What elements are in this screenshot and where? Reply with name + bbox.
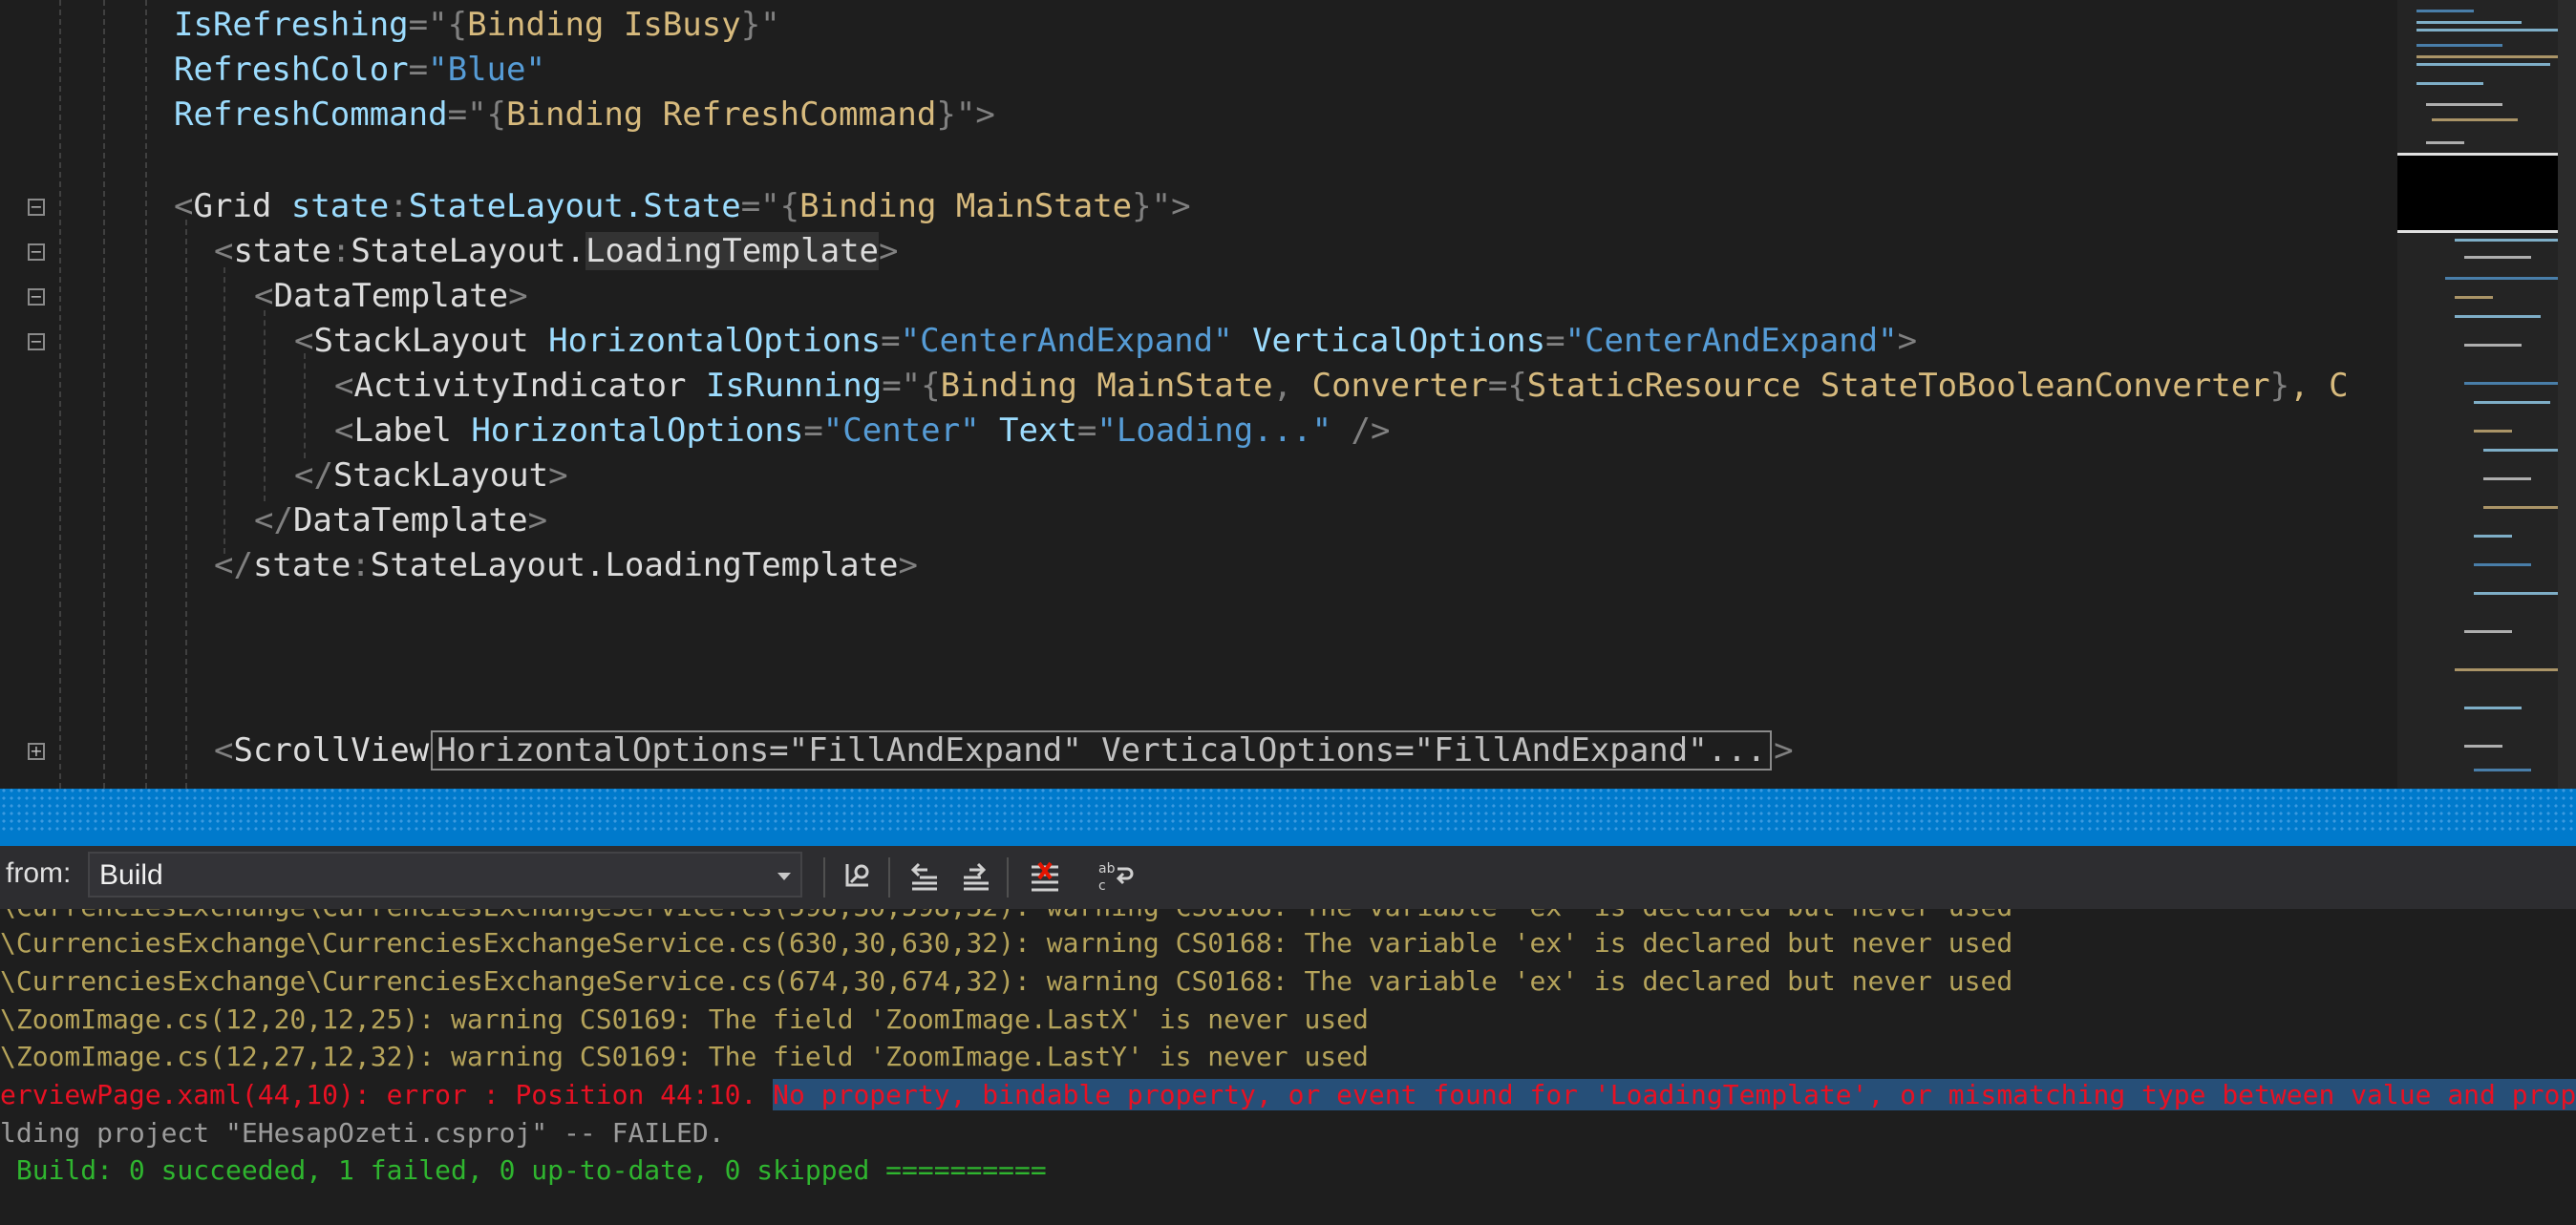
toolbar-separator [1007, 857, 1009, 898]
indent-guide [264, 310, 266, 501]
code-line: <Grid state:StateLayout.State="{Binding … [174, 187, 1191, 225]
output-line-warning: \ZoomImage.cs(12,20,12,25): warning CS01… [0, 1003, 1369, 1035]
next-message-icon [964, 862, 989, 891]
indent-guide [103, 0, 105, 789]
output-line-info: lding project "EHesapOzeti.csproj" -- FA… [0, 1117, 725, 1149]
code-editor[interactable]: − − − − + IsRefreshing="{Binding IsBusy}… [0, 0, 2576, 789]
fold-collapse-icon[interactable]: − [28, 333, 45, 350]
previous-message-icon [910, 862, 937, 891]
fold-collapse-icon[interactable]: − [28, 199, 45, 216]
selected-error-text[interactable]: No property, bindable property, or event… [773, 1079, 2576, 1110]
collapsed-region[interactable]: HorizontalOptions="FillAndExpand" Vertic… [431, 730, 1773, 771]
code-line: RefreshCommand="{Binding RefreshCommand}… [174, 95, 995, 134]
fold-collapse-icon[interactable]: − [28, 288, 45, 306]
clear-all-icon [1032, 861, 1058, 892]
find-message-button[interactable] [837, 855, 879, 898]
code-line: <ScrollView HorizontalOptions="FillAndExp… [214, 730, 1794, 771]
output-window[interactable]: \CurrenciesExchange\CurrenciesExchangeSe… [0, 909, 2576, 1225]
code-line: </DataTemplate> [254, 501, 548, 539]
code-line: IsRefreshing="{Binding IsBusy}" [174, 6, 780, 44]
editor-gutter: − − − − + [0, 0, 67, 789]
indent-guide [59, 0, 61, 789]
code-line: </StackLayout> [294, 456, 568, 495]
toolbar-separator [888, 857, 890, 898]
show-output-from-label: from: [6, 857, 72, 889]
output-source-dropdown[interactable]: Build [88, 852, 802, 898]
output-panel-titlebar[interactable] [0, 833, 2576, 846]
indent-guide [185, 220, 187, 789]
output-line-warning: \ZoomImage.cs(12,27,12,32): warning CS01… [0, 1041, 1369, 1072]
indent-guide [145, 0, 147, 789]
code-line: </state:StateLayout.LoadingTemplate> [214, 546, 918, 584]
word-wrap-icon: abc [1098, 861, 1134, 894]
word-wrap-button[interactable]: ab c [1095, 855, 1137, 898]
next-message-button[interactable] [955, 855, 997, 898]
fold-expand-icon[interactable]: + [28, 743, 45, 760]
previous-message-button[interactable] [904, 855, 946, 898]
minimap-viewport[interactable] [2397, 153, 2576, 233]
code-line: <StackLayout HorizontalOptions="CenterAn… [294, 322, 1918, 360]
code-minimap[interactable] [2397, 0, 2576, 789]
editor-vertical-scrollbar[interactable] [2558, 0, 2576, 789]
fold-collapse-icon[interactable]: − [28, 243, 45, 261]
output-line-warning: \CurrenciesExchange\CurrenciesExchangeSe… [0, 927, 2013, 959]
code-line: RefreshColor="Blue" [174, 51, 545, 89]
toolbar-separator [823, 857, 825, 898]
svg-text:c: c [1098, 878, 1106, 894]
output-source-value: Build [99, 859, 163, 891]
output-line-warning: \CurrenciesExchange\CurrenciesExchangeSe… [0, 965, 2013, 997]
output-toolbar: from: Build ab c [0, 846, 2576, 909]
indent-guide [304, 353, 306, 458]
chevron-down-icon [777, 873, 791, 880]
svg-text:ab: ab [1098, 861, 1116, 877]
output-line-error: erviewPage.xaml(44,10): error : Position… [0, 1076, 2576, 1114]
code-line: <state:StateLayout.LoadingTemplate> [214, 232, 899, 270]
output-line-summary: Build: 0 succeeded, 1 failed, 0 up-to-da… [0, 1154, 1047, 1186]
clear-all-button[interactable] [1024, 855, 1066, 898]
code-line: <ActivityIndicator IsRunning="{Binding M… [334, 367, 2349, 405]
find-message-icon [845, 864, 869, 887]
indent-guide [224, 267, 225, 554]
code-line: <Label HorizontalOptions="Center" Text="… [334, 412, 1391, 450]
code-line: <DataTemplate> [254, 277, 528, 315]
